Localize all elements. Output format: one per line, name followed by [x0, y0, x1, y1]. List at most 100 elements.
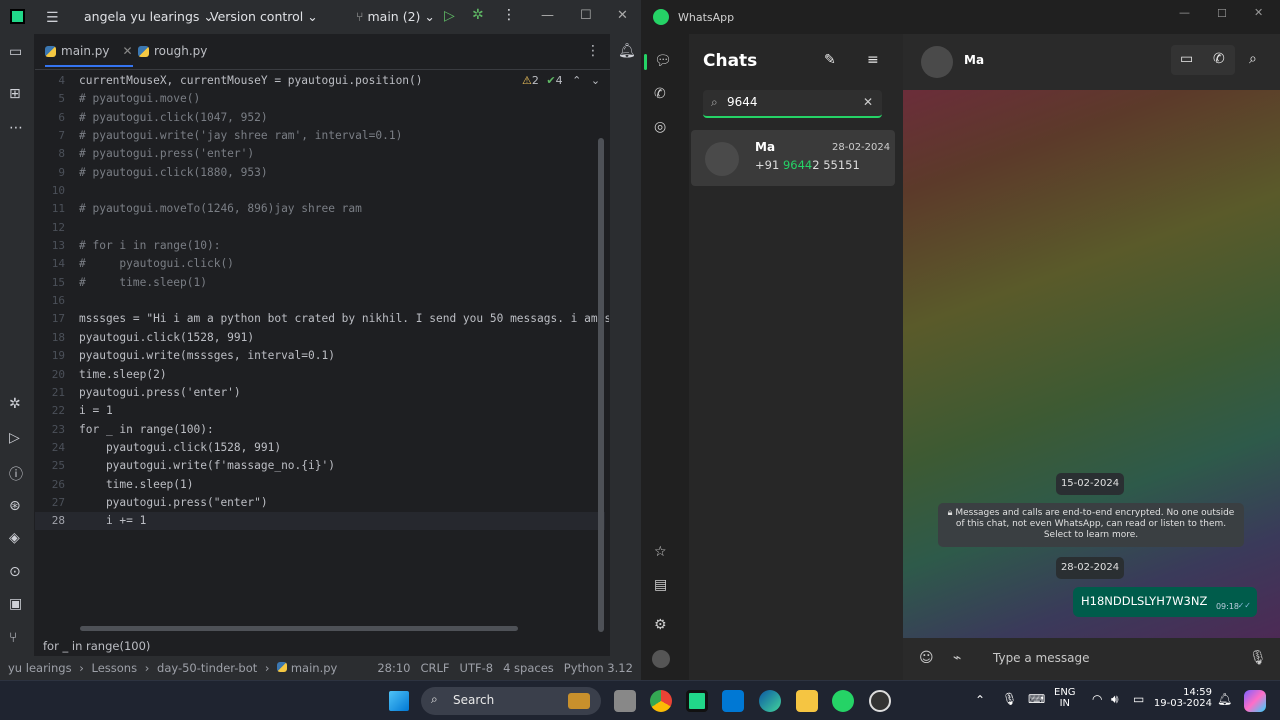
attach-icon[interactable]: ⌁ [953, 650, 961, 666]
tray-overflow-icon[interactable]: ⌃ [975, 693, 985, 707]
main-menu-icon[interactable]: ☰ [46, 10, 61, 26]
code-line[interactable]: i += 1 [79, 512, 609, 530]
code-line[interactable]: pyautogui.press('enter') [79, 384, 609, 402]
code-line[interactable]: # for i in range(10): [79, 237, 609, 255]
maximize-icon[interactable]: ☐ [580, 8, 592, 23]
code-line[interactable]: # pyautogui.write('jay shree ram', inter… [79, 127, 609, 145]
tab-main-py[interactable]: main.py ✕ [45, 44, 133, 67]
microphone-icon[interactable]: 🎙︎ [1249, 650, 1267, 666]
problems-icon[interactable]: ⓘ [9, 464, 23, 484]
code-line[interactable]: # pyautogui.press('enter') [79, 145, 609, 163]
code-line[interactable]: # pyautogui.moveTo(1246, 896)jay shree r… [79, 200, 609, 218]
code-breadcrumb[interactable]: for _ in range(100) [35, 636, 610, 656]
filter-icon[interactable]: ≡ [867, 52, 879, 68]
code-line[interactable]: time.sleep(1) [79, 476, 609, 494]
run-icon[interactable]: ▷ [444, 8, 455, 24]
prev-issue-icon[interactable]: ⌃ [572, 74, 581, 87]
code-line[interactable]: pyautogui.write(msssges, interval=0.1) [79, 347, 609, 365]
code-line[interactable]: # pyautogui.click(1047, 952) [79, 109, 609, 127]
code-line[interactable]: pyautogui.write(f'massage_no.{i}') [79, 457, 609, 475]
path-segment[interactable]: yu learings [8, 661, 72, 675]
volume-icon[interactable]: 🔊︎ [1111, 692, 1119, 707]
structure-icon[interactable]: ⊞ [9, 86, 21, 102]
pycharm-taskbar-icon[interactable] [686, 690, 708, 712]
python-console-icon[interactable]: ⊛ [9, 498, 21, 514]
services-icon[interactable]: ⊙ [9, 564, 21, 580]
obs-icon[interactable] [869, 690, 891, 712]
code-line[interactable]: # time.sleep(1) [79, 274, 609, 292]
video-call-icon[interactable]: ▭ [1180, 51, 1193, 67]
language-indicator[interactable]: ENG IN [1054, 687, 1076, 709]
copilot-icon[interactable] [1244, 690, 1266, 712]
taskbar-search[interactable]: ⌕ Search [421, 687, 601, 715]
debug-icon[interactable]: ✲ [472, 7, 484, 23]
clear-search-icon[interactable]: ✕ [863, 95, 873, 109]
search-input[interactable]: ⌕ 9644 ✕ [703, 90, 882, 118]
notifications-icon[interactable]: 🔔︎ [618, 43, 636, 59]
starred-icon[interactable]: ☆ [654, 544, 667, 560]
file-encoding[interactable]: UTF-8 [460, 661, 494, 675]
project-selector[interactable]: angela yu learings ⌄ [84, 9, 214, 24]
whatsapp-taskbar-icon[interactable] [832, 690, 854, 712]
code-line[interactable]: i = 1 [79, 402, 609, 420]
code-line[interactable] [79, 292, 609, 310]
message-bubble[interactable]: H18NDDLSLYH7W3NZ 09:18 ✓✓ [1073, 587, 1257, 617]
git-icon[interactable]: ⑂ [9, 630, 17, 646]
close-icon[interactable]: ✕ [1254, 6, 1263, 19]
vcs-selector[interactable]: Version control ⌄ [210, 9, 318, 24]
code-line[interactable] [79, 182, 609, 200]
start-icon[interactable] [389, 691, 409, 711]
indent-setting[interactable]: 4 spaces [503, 661, 554, 675]
vertical-scrollbar[interactable] [598, 138, 604, 632]
more-tools-icon[interactable]: ⋯ [9, 120, 23, 136]
search-chat-icon[interactable]: ⌕ [1249, 51, 1257, 67]
inspection-widget[interactable]: ⚠2 ✔4 ⌃ ⌄ [522, 74, 600, 87]
tab-options-icon[interactable]: ⋮ [586, 43, 600, 59]
horizontal-scrollbar[interactable] [80, 626, 518, 631]
python-interpreter[interactable]: Python 3.12 [564, 661, 633, 675]
tab-close-icon[interactable]: ✕ [123, 44, 133, 58]
chat-list-item[interactable]: Ma 28-02-2024 +91 96442 55151 [691, 130, 895, 186]
project-folder-icon[interactable]: ▭ [9, 44, 22, 60]
more-actions-icon[interactable]: ⋮ [502, 7, 516, 23]
code-line[interactable]: msssges = "Hi i am a python bot crated b… [79, 310, 609, 328]
status-icon[interactable]: ◎ [654, 119, 666, 135]
terminal-icon[interactable]: ▣ [9, 596, 22, 612]
emoji-icon[interactable]: ☺ [919, 650, 934, 666]
code-line[interactable]: # pyautogui.click(1880, 953) [79, 164, 609, 182]
chats-icon[interactable]: 💬︎ [654, 53, 672, 69]
keyboard-icon[interactable]: ⌨ [1028, 692, 1045, 706]
archived-icon[interactable]: ▤ [654, 577, 667, 593]
encryption-notice[interactable]: 🔒︎ Messages and calls are end-to-end enc… [938, 503, 1244, 547]
edge-icon[interactable] [759, 690, 781, 712]
line-separator[interactable]: CRLF [421, 661, 450, 675]
path-breadcrumb[interactable]: yu learings › Lessons › day-50-tinder-bo… [8, 661, 337, 675]
code-line[interactable]: pyautogui.click(1528, 991) [79, 439, 609, 457]
caret-position[interactable]: 28:10 [377, 661, 410, 675]
code-line[interactable] [79, 219, 609, 237]
contact-avatar[interactable] [921, 46, 953, 78]
run-tool-icon[interactable]: ▷ [9, 430, 20, 446]
code-line[interactable]: # pyautogui.click() [79, 255, 609, 273]
minimize-icon[interactable]: — [1179, 6, 1190, 19]
code-line[interactable]: time.sleep(2) [79, 366, 609, 384]
code-line[interactable]: pyautogui.press("enter") [79, 494, 609, 512]
path-segment[interactable]: Lessons [92, 661, 138, 675]
profile-avatar[interactable] [652, 650, 670, 668]
branch-selector[interactable]: ⑂ main (2) ⌄ [356, 9, 435, 24]
code-line[interactable]: for _ in range(100): [79, 421, 609, 439]
chrome-icon[interactable] [650, 690, 672, 712]
maximize-icon[interactable]: ☐ [1217, 7, 1227, 20]
code-line[interactable]: # pyautogui.move() [79, 90, 609, 108]
voice-call-icon[interactable]: ✆ [1213, 51, 1225, 67]
layers-icon[interactable]: ◈ [9, 530, 20, 546]
path-segment[interactable]: day-50-tinder-bot [157, 661, 257, 675]
new-chat-icon[interactable]: ✎ [824, 52, 836, 68]
task-view-icon[interactable] [614, 690, 636, 712]
next-issue-icon[interactable]: ⌄ [591, 74, 600, 87]
clock[interactable]: 14:59 19-03-2024 [1152, 687, 1212, 709]
vscode-icon[interactable] [722, 690, 744, 712]
calls-icon[interactable]: ✆ [654, 86, 666, 102]
settings-icon[interactable]: ⚙ [654, 617, 667, 633]
battery-icon[interactable]: ▭ [1133, 692, 1144, 706]
